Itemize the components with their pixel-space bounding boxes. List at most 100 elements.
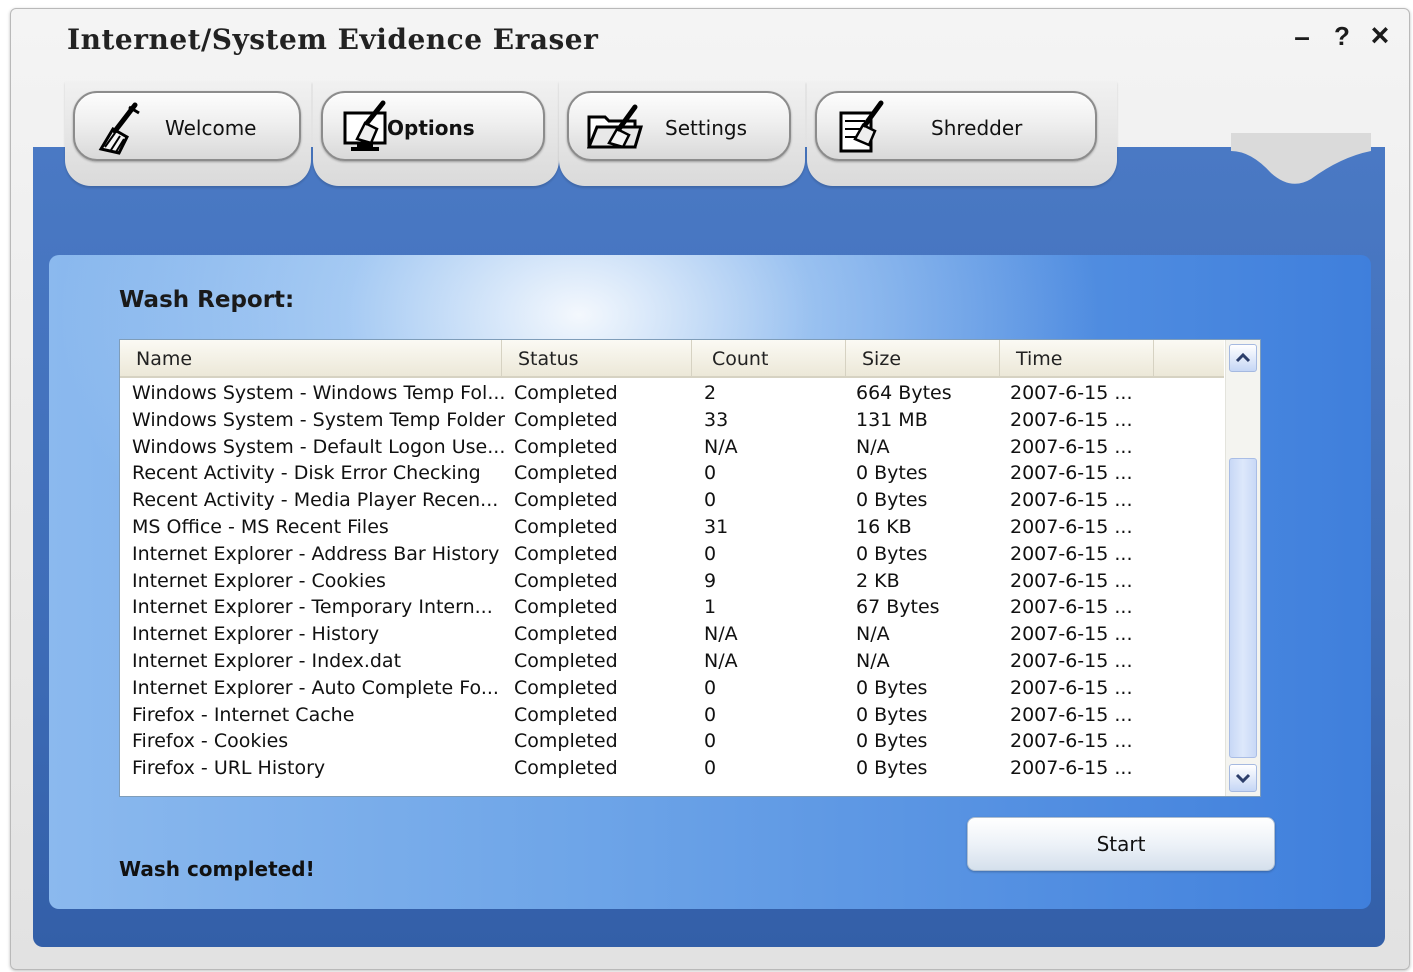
cell-count: 0 xyxy=(704,462,717,485)
table-row[interactable]: Internet Explorer - History Completed N/A N… xyxy=(120,621,1224,648)
cell-time: 2007-6-15 ... xyxy=(1010,462,1133,485)
table-row[interactable]: Windows System - System Temp Folder Compl… xyxy=(120,407,1224,434)
scrollbar-thumb[interactable] xyxy=(1229,458,1257,758)
cell-time: 2007-6-15 ... xyxy=(1010,435,1133,458)
cell-count: 0 xyxy=(704,730,717,753)
start-button[interactable]: Start xyxy=(967,817,1275,871)
cell-time: 2007-6-15 ... xyxy=(1010,569,1133,592)
cell-status: Completed xyxy=(514,676,618,699)
cell-size: 0 Bytes xyxy=(856,676,928,699)
cell-name: Internet Explorer - Address Bar History xyxy=(132,542,500,565)
chevron-up-icon xyxy=(1235,352,1251,363)
table-row[interactable]: Firefox - Internet Cache Completed 0 0 Byte… xyxy=(120,702,1224,729)
wash-report-panel: Wash Report: Name Status Count Size Time… xyxy=(49,255,1371,909)
cell-name: Internet Explorer - History xyxy=(132,623,380,646)
table-row[interactable]: Internet Explorer - Index.dat Completed N/… xyxy=(120,648,1224,675)
cell-time: 2007-6-15 ... xyxy=(1010,408,1133,431)
close-button[interactable]: × xyxy=(1365,17,1395,54)
vertical-scrollbar[interactable] xyxy=(1225,340,1260,796)
cell-size: 16 KB xyxy=(856,516,912,538)
cell-status: Completed xyxy=(514,650,618,672)
cell-time: 2007-6-15 ... xyxy=(1010,489,1133,512)
wash-report-list[interactable]: Name Status Count Size Time Windows Syst… xyxy=(119,339,1261,797)
cell-time: 2007-6-15 ... xyxy=(1010,382,1133,404)
cell-time: 2007-6-15 ... xyxy=(1010,676,1133,699)
tab-label: Welcome xyxy=(165,116,257,140)
table-row[interactable]: Internet Explorer - Address Bar History C… xyxy=(120,541,1224,568)
table-row[interactable]: Internet Explorer - Auto Complete Fo... C… xyxy=(120,675,1224,702)
cell-name: Windows System - Default Logon Use... xyxy=(132,435,506,458)
cell-size: 0 Bytes xyxy=(856,462,928,485)
table-row[interactable]: Firefox - URL History Completed 0 0 Bytes 20… xyxy=(120,755,1224,782)
app-window: Internet/System Evidence Eraser – ? × We… xyxy=(10,8,1410,970)
cell-size: 0 Bytes xyxy=(856,703,928,726)
status-text: Wash completed! xyxy=(119,857,315,881)
column-header-size[interactable]: Size xyxy=(846,340,1000,376)
column-header-name[interactable]: Name xyxy=(120,340,502,376)
cell-status: Completed xyxy=(514,516,618,538)
cell-count: 31 xyxy=(704,516,729,538)
cell-status: Completed xyxy=(514,542,618,565)
cell-name: Internet Explorer - Cookies xyxy=(132,569,386,592)
cell-size: N/A xyxy=(856,650,890,672)
tab-label: Shredder xyxy=(931,116,1023,140)
cell-name: Windows System - Windows Temp Fol... xyxy=(132,382,506,404)
cell-count: 0 xyxy=(704,676,717,699)
cell-name: Firefox - Internet Cache xyxy=(132,703,355,726)
column-header-time[interactable]: Time xyxy=(1000,340,1154,376)
broom-icon xyxy=(98,102,140,155)
cell-time: 2007-6-15 ... xyxy=(1010,757,1133,780)
cell-name: Internet Explorer - Index.dat xyxy=(132,650,402,672)
cell-name: Recent Activity - Disk Error Checking xyxy=(132,462,481,485)
cell-name: Windows System - System Temp Folder xyxy=(132,408,505,431)
cell-status: Completed xyxy=(514,489,618,512)
cell-status: Completed xyxy=(514,757,618,780)
cell-count: 0 xyxy=(704,757,717,780)
cell-status: Completed xyxy=(514,569,618,592)
cell-name: Internet Explorer - Temporary Intern... xyxy=(132,596,493,619)
title-bar[interactable]: Internet/System Evidence Eraser – ? × xyxy=(11,9,1409,71)
tab-welcome[interactable]: Welcome xyxy=(73,91,301,161)
cell-count: N/A xyxy=(704,435,738,458)
tab-options[interactable]: Options xyxy=(321,91,545,161)
cell-status: Completed xyxy=(514,462,618,485)
cell-time: 2007-6-15 ... xyxy=(1010,703,1133,726)
help-button[interactable]: ? xyxy=(1327,21,1357,52)
cell-size: 664 Bytes xyxy=(856,382,952,404)
cell-size: 0 Bytes xyxy=(856,489,928,512)
tab-bar: Welcome Options Settings Shredder xyxy=(51,71,1381,189)
table-row[interactable]: Recent Activity - Media Player Recen... C… xyxy=(120,487,1224,514)
app-title: Internet/System Evidence Eraser xyxy=(67,23,599,56)
cell-name: Firefox - URL History xyxy=(132,757,326,780)
cell-name: Firefox - Cookies xyxy=(132,730,289,753)
cell-size: N/A xyxy=(856,435,890,458)
table-row[interactable]: Firefox - Cookies Completed 0 0 Bytes 2007-6… xyxy=(120,728,1224,755)
cell-size: 0 Bytes xyxy=(856,542,928,565)
table-row[interactable]: Windows System - Default Logon Use... Com… xyxy=(120,434,1224,461)
tab-shredder[interactable]: Shredder xyxy=(815,91,1097,161)
table-row[interactable]: Internet Explorer - Temporary Intern... C… xyxy=(120,594,1224,621)
column-header-count[interactable]: Count xyxy=(692,340,846,376)
minimize-button[interactable]: – xyxy=(1287,21,1317,53)
scroll-down-button[interactable] xyxy=(1229,764,1257,792)
table-row[interactable]: MS Office - MS Recent Files Completed 31 16… xyxy=(120,514,1224,541)
tab-label: Settings xyxy=(665,116,748,140)
scroll-up-button[interactable] xyxy=(1229,344,1257,372)
cell-name: MS Office - MS Recent Files xyxy=(132,516,389,538)
report-title: Wash Report: xyxy=(119,287,295,313)
chevron-down-icon xyxy=(1235,773,1251,784)
cell-status: Completed xyxy=(514,730,618,753)
cell-name: Recent Activity - Media Player Recen... xyxy=(132,489,499,512)
cell-name: Internet Explorer - Auto Complete Fo... xyxy=(132,676,499,699)
cell-status: Completed xyxy=(514,435,618,458)
table-row[interactable]: Recent Activity - Disk Error Checking Com… xyxy=(120,460,1224,487)
cell-count: 0 xyxy=(704,489,717,512)
tab-settings[interactable]: Settings xyxy=(567,91,791,161)
column-header-status[interactable]: Status xyxy=(502,340,692,376)
cell-time: 2007-6-15 ... xyxy=(1010,650,1133,672)
cell-time: 2007-6-15 ... xyxy=(1010,516,1133,538)
table-row[interactable]: Windows System - Windows Temp Fol... Comp… xyxy=(120,380,1224,407)
table-row[interactable]: Internet Explorer - Cookies Completed 9 2 K… xyxy=(120,568,1224,595)
cell-time: 2007-6-15 ... xyxy=(1010,596,1133,619)
cell-size: N/A xyxy=(856,623,890,646)
